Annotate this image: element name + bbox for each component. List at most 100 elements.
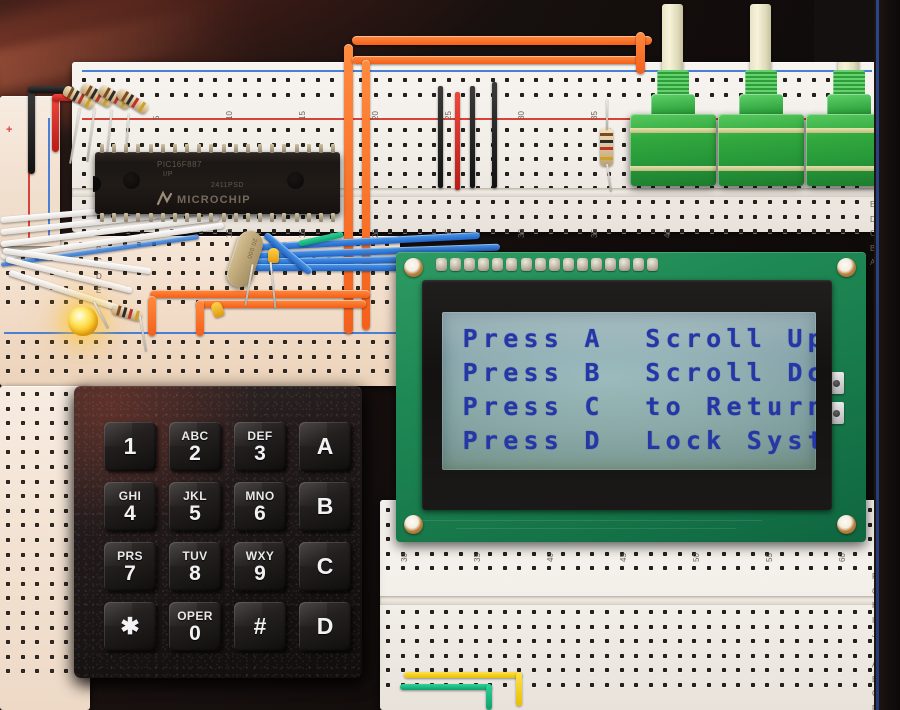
lcd-char: s — [543, 323, 559, 353]
keypad-key-5[interactable]: JKL5 — [169, 482, 221, 531]
lcd-char — [602, 394, 622, 419]
lcd-char: o — [706, 323, 722, 353]
lcd-char — [602, 360, 622, 385]
lcd-char: r — [685, 357, 701, 387]
breadboard-column-label: 50 — [692, 553, 701, 562]
lcd-char: s — [523, 357, 539, 387]
lcd-char: t — [645, 391, 661, 421]
lcd-char — [622, 326, 642, 351]
keypad-key-digit: 9 — [254, 561, 266, 585]
push-button-2-body[interactable] — [718, 114, 804, 186]
keypad-key-B[interactable]: B — [299, 482, 351, 531]
breadboard-column-label: 30 — [400, 553, 409, 562]
keypad[interactable]: 1 ABC2 DEF3 A GHI4 JKL5 MNO6 B PRS7 TUV8 WXY9 C ✱ OPE… — [74, 386, 362, 678]
lcd-char: B — [584, 357, 600, 387]
keypad-key-2[interactable]: ABC2 — [169, 422, 221, 471]
breadboard-column-label: 40 — [546, 553, 555, 562]
lcd-char: e — [503, 391, 519, 421]
keypad-key-4[interactable]: GHI4 — [104, 482, 156, 531]
resistor-5 — [600, 128, 613, 166]
breadboard-column-label: 10 — [225, 229, 234, 238]
lcd-char: s — [787, 425, 803, 455]
keypad-key-6[interactable]: MNO6 — [234, 482, 286, 531]
breadboard-column-label: 35 — [590, 111, 599, 120]
wire-red-jumper-1 — [455, 92, 460, 190]
breadboard-photo-scene: + 551010151520202525303035354040 3035404… — [0, 0, 900, 710]
push-button-2-plunger[interactable] — [750, 4, 771, 74]
right-dark-top-corner — [814, 0, 874, 62]
chip-date-code: 2411PSD — [211, 182, 244, 189]
lcd-mounting-hole-tl — [404, 258, 423, 277]
lcd-char: t — [746, 391, 762, 421]
center-gutter-bottom — [380, 596, 880, 605]
keypad-key-8[interactable]: TUV8 — [169, 542, 221, 591]
wire-black-jumper-2 — [470, 86, 475, 188]
keypad-key-#[interactable]: # — [234, 602, 286, 651]
keypad-key-1[interactable]: 1 — [104, 422, 156, 471]
lcd-char: o — [665, 425, 681, 455]
lcd-char: u — [767, 391, 783, 421]
lcd-char: P — [462, 357, 478, 387]
lcd-char: r — [482, 323, 498, 353]
lcd-char — [622, 360, 642, 385]
keypad-key-0[interactable]: OPER0 — [169, 602, 221, 651]
keypad-key-7[interactable]: PRS7 — [104, 542, 156, 591]
lcd-char: e — [503, 425, 519, 455]
breadboard-column-label: 15 — [298, 229, 307, 238]
lcd-char: o — [665, 391, 681, 421]
lcd-char: S — [746, 425, 762, 455]
breadboard-column-label: 5 — [152, 115, 161, 120]
breadboard-column-label: 25 — [444, 111, 453, 120]
breadboard-column-label: 15 — [298, 111, 307, 120]
lcd-char: r — [787, 391, 803, 421]
lcd-char: A — [584, 323, 600, 353]
lcd-char: t — [807, 425, 816, 455]
lcd-char: S — [645, 357, 661, 387]
wire-green-bottom-vertical — [486, 684, 492, 710]
lcd-bezel: Press A Scroll Up Press B Scroll DownPre… — [422, 280, 832, 510]
lcd-char: P — [462, 391, 478, 421]
wire-black-jumper-3 — [492, 82, 497, 188]
lcd-char — [602, 326, 622, 351]
keypad-key-digit: 2 — [189, 441, 201, 465]
wire-orange-right-vertical — [636, 32, 645, 74]
rail-line-blue-left — [48, 118, 50, 238]
wire-orange-top-long — [352, 36, 652, 45]
lcd-char: P — [462, 425, 478, 455]
resistor-5-lead-top — [606, 100, 608, 130]
keypad-key-✱[interactable]: ✱ — [104, 602, 156, 651]
breadboard-column-label: 10 — [225, 111, 234, 120]
push-button-1-plunger[interactable] — [662, 4, 683, 74]
lcd-char: s — [523, 323, 539, 353]
breadboard-column-label: 55 — [765, 553, 774, 562]
breadboard-row-label: E — [96, 286, 102, 296]
keypad-key-digit: 8 — [189, 561, 201, 585]
keypad-key-C[interactable]: C — [299, 542, 351, 591]
keypad-key-digit: 5 — [189, 501, 201, 525]
lcd-char: s — [543, 425, 559, 455]
wire-orange-mid-horizontal — [150, 290, 370, 298]
push-button-1-body[interactable] — [630, 114, 716, 186]
lcd-char: D — [787, 357, 803, 387]
lcd-char: S — [645, 323, 661, 353]
breadboard-column-label: 30 — [517, 111, 526, 120]
lcd-mounting-hole-br — [837, 515, 856, 534]
lcd-char: c — [665, 323, 681, 353]
lcd-text-area: Press A Scroll Up Press B Scroll DownPre… — [460, 321, 816, 457]
keypad-key-digit: 4 — [124, 501, 136, 525]
keypad-key-3[interactable]: DEF3 — [234, 422, 286, 471]
keypad-key-A[interactable]: A — [299, 422, 351, 471]
breadboard-column-label: 40 — [663, 229, 672, 238]
lcd-char: s — [543, 391, 559, 421]
lcd-char: s — [523, 425, 539, 455]
status-led — [68, 306, 98, 336]
lcd-mounting-hole-tr — [837, 258, 856, 277]
keypad-key-digit: 0 — [189, 621, 201, 645]
lcd-char — [724, 428, 744, 453]
lcd-char — [683, 394, 703, 419]
keypad-key-D[interactable]: D — [299, 602, 351, 651]
lcd-char: r — [482, 391, 498, 421]
keypad-key-9[interactable]: WXY9 — [234, 542, 286, 591]
breadboard-column-label: 45 — [619, 553, 628, 562]
lcd-char: U — [787, 323, 803, 353]
